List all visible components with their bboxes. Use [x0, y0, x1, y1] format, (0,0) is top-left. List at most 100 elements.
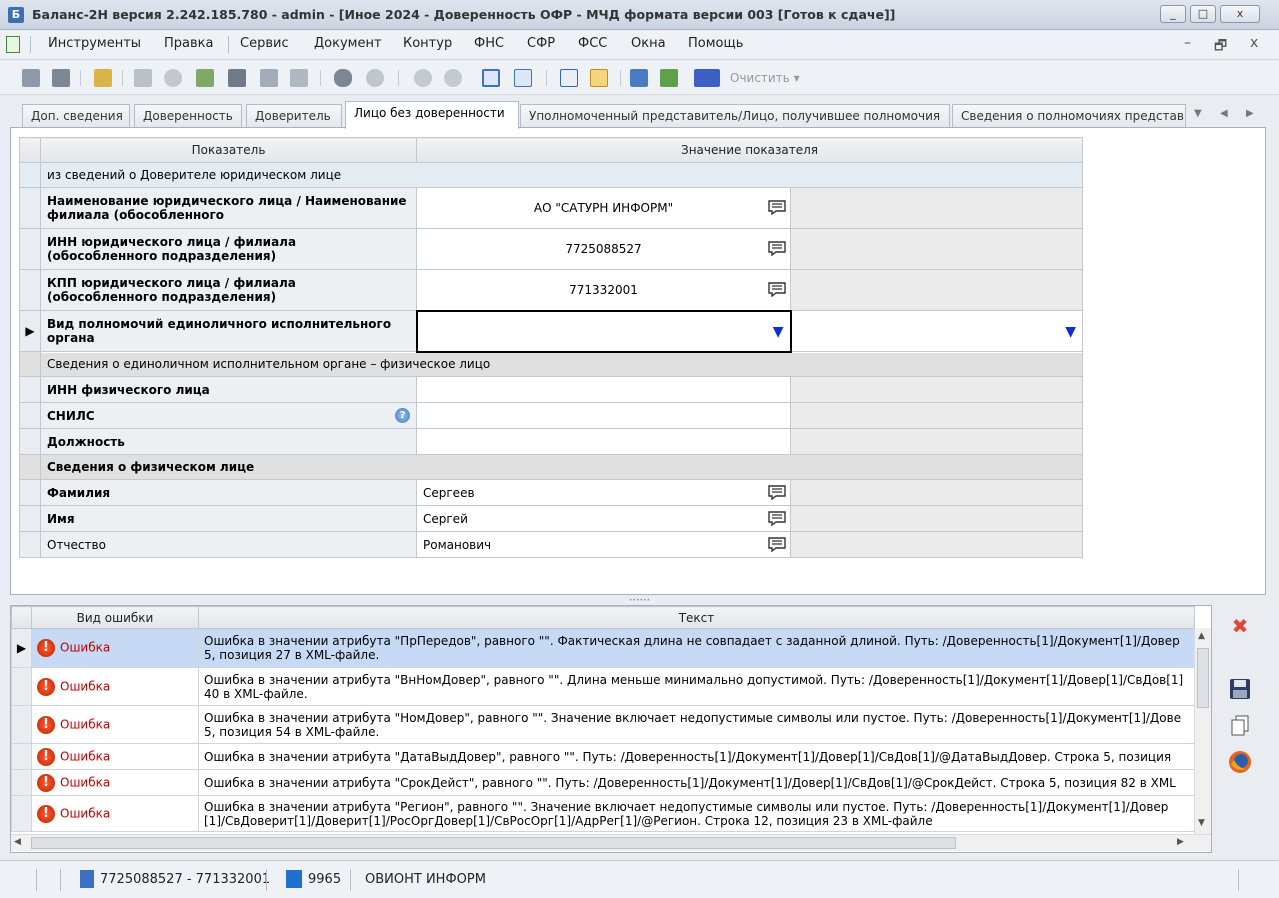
snils-field[interactable] [416, 402, 791, 429]
comment-icon[interactable] [768, 241, 786, 256]
menu-help[interactable]: Помощь [688, 36, 743, 51]
surname-field[interactable]: Сергеев [416, 479, 791, 506]
error-list-vertical-scrollbar[interactable]: ▲ ▼ [1194, 628, 1211, 834]
mdi-restore-button[interactable]: 🗗 [1214, 35, 1227, 59]
menu-edit[interactable]: Правка [164, 36, 213, 51]
add-icon[interactable] [414, 69, 432, 87]
error-row[interactable]: ! Ошибка Ошибка в значении атрибута "ВнНо… [11, 667, 1195, 706]
calculator-icon[interactable] [228, 69, 246, 87]
tab-person-without-poa[interactable]: Лицо без доверенности [345, 101, 519, 129]
comment-icon[interactable] [768, 282, 786, 297]
error-row[interactable]: ! Ошибка Ошибка в значении атрибута "Реги… [11, 795, 1195, 832]
comment-icon[interactable] [768, 200, 786, 215]
menu-fss[interactable]: ФСС [578, 36, 607, 51]
status-separator [266, 869, 267, 891]
comment-icon[interactable] [768, 484, 786, 500]
column-header-indicator[interactable]: Показатель [40, 137, 417, 163]
print-icon[interactable] [52, 69, 70, 87]
tab-additional-info[interactable]: Доп. сведения [22, 104, 130, 128]
row-indicator [11, 705, 32, 744]
highlight-grid-icon[interactable] [590, 69, 608, 87]
patronymic-field[interactable]: Романович [416, 531, 791, 558]
error-row[interactable]: ! Ошибка Ошибка в значении атрибута "Срок… [11, 769, 1195, 796]
person-inn-field[interactable] [416, 376, 791, 403]
minimize-button[interactable]: _ [1160, 5, 1186, 23]
error-row[interactable]: ▶ ! Ошибка Ошибка в значении атрибута "Пр… [11, 628, 1195, 668]
menu-kontur[interactable]: Контур [403, 36, 452, 51]
org-inn-value[interactable]: 7725088527 [416, 228, 791, 270]
tab-power-of-attorney[interactable]: Доверенность [134, 104, 242, 128]
error-row[interactable]: ! Ошибка Ошибка в значении атрибута "Дата… [11, 743, 1195, 770]
error-table: Вид ошибки Текст ▶ ! Ошибка Ошибка в знач… [11, 606, 1195, 832]
mdi-minimize-button[interactable]: – [1184, 35, 1191, 51]
scroll-down-icon[interactable]: ▼ [1198, 818, 1205, 828]
panel-splitter[interactable]: •••••• [0, 597, 1279, 605]
fit-height-icon[interactable] [630, 69, 648, 87]
dropdown-arrow-icon[interactable]: ▼ [1065, 324, 1076, 340]
clear-button[interactable]: Очистить ▾ [730, 71, 800, 85]
close-button[interactable]: x [1220, 5, 1260, 23]
tab-principal[interactable]: Доверитель [246, 104, 342, 128]
document-icon[interactable] [6, 36, 20, 53]
scroll-thumb[interactable] [1197, 648, 1209, 708]
menu-tools[interactable]: Инструменты [48, 36, 141, 51]
copy-icon[interactable] [134, 69, 152, 87]
org-kpp-value[interactable]: 771332001 [416, 269, 791, 311]
comment-icon[interactable] [768, 536, 786, 552]
remove-icon[interactable] [444, 69, 462, 87]
close-errors-icon[interactable]: ✖ [1226, 612, 1254, 640]
number-format-icon[interactable] [694, 69, 720, 87]
columns-view-icon[interactable] [514, 69, 532, 87]
menu-sfr[interactable]: СФР [527, 36, 555, 51]
tab-scroll-left-icon[interactable]: ◀ [1220, 108, 1228, 119]
structure-icon[interactable] [290, 69, 308, 87]
tab-representative-powers[interactable]: Сведения о полномочиях представ [952, 104, 1186, 128]
org-kpp-text: 771332001 [569, 282, 638, 297]
column-header-text[interactable]: Текст [198, 606, 1195, 629]
first-name-field[interactable]: Сергей [416, 505, 791, 532]
extension-icon[interactable] [366, 69, 384, 87]
calculator-check-icon[interactable] [196, 69, 214, 87]
comment-icon[interactable] [768, 510, 786, 526]
authority-type-select[interactable]: ▼ [415, 309, 792, 353]
org-name-value[interactable]: АО "САТУРН ИНФОРМ" [416, 187, 791, 229]
help-icon[interactable]: ? [395, 408, 410, 423]
column-header-value[interactable]: Значение показателя [416, 137, 1083, 163]
rows-view-icon[interactable] [482, 69, 500, 87]
status-bar: 7725088527 - 771332001 9965 ОВИОНТ ИНФОР… [0, 860, 1279, 898]
tab-scroll-right-icon[interactable]: ▶ [1246, 108, 1254, 119]
scroll-right-icon[interactable]: ▶ [1177, 837, 1184, 847]
menu-service[interactable]: Сервис [240, 36, 289, 51]
scroll-left-icon[interactable]: ◀ [14, 837, 21, 847]
error-text: Ошибка в значении атрибута "СрокДейст", … [198, 769, 1195, 796]
menu-separator [30, 36, 31, 53]
dropdown-arrow-icon[interactable]: ▼ [773, 324, 784, 340]
maximize-button[interactable]: □ [1190, 5, 1216, 23]
grid-icon[interactable] [560, 69, 578, 87]
clipboard-icon[interactable] [94, 69, 112, 87]
menu-document[interactable]: Документ [314, 36, 382, 51]
position-field[interactable] [416, 428, 791, 455]
copy-errors-icon[interactable] [1226, 712, 1254, 740]
save-icon[interactable] [22, 69, 40, 87]
settings-icon[interactable] [164, 69, 182, 87]
table-icon[interactable] [260, 69, 278, 87]
menu-fns[interactable]: ФНС [474, 36, 504, 51]
tab-authorized-representative[interactable]: Уполномоченный представитель/Лицо, получ… [520, 104, 950, 128]
first-name-label: Имя [40, 505, 417, 532]
menu-windows[interactable]: Окна [631, 36, 666, 51]
scroll-thumb[interactable] [31, 837, 956, 849]
row-indicator [11, 795, 32, 832]
tab-list-dropdown-icon[interactable]: ▼ [1194, 108, 1202, 119]
save-errors-icon[interactable] [1226, 675, 1254, 703]
book-icon [286, 870, 302, 888]
mdi-close-button[interactable]: x [1250, 35, 1258, 51]
error-row[interactable]: ! Ошибка Ошибка в значении атрибута "НомД… [11, 705, 1195, 744]
authority-type-extra-select[interactable]: ▼ [790, 310, 1083, 352]
scroll-up-icon[interactable]: ▲ [1198, 631, 1205, 641]
binoculars-icon[interactable] [334, 69, 352, 87]
browser-icon[interactable] [1226, 748, 1254, 776]
error-list-horizontal-scrollbar[interactable]: ◀ ▶ [11, 834, 1211, 851]
group-icon[interactable] [660, 69, 678, 87]
column-header-error-type[interactable]: Вид ошибки [31, 606, 199, 629]
